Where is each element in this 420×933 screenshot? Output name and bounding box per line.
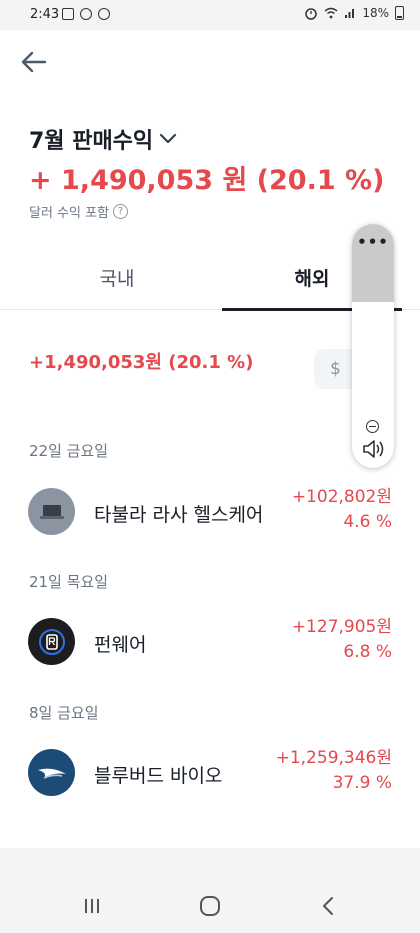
list-item[interactable]: 블루버드 바이오 +1,259,346원 37.9 %	[0, 743, 420, 803]
tab-domestic[interactable]: 국내	[12, 244, 222, 310]
dollar-included-note[interactable]: 달러 수익 포함 ?	[29, 202, 129, 221]
total-profit: + 1,490,053 원 (20.1 %)	[29, 165, 385, 196]
image-notification-icon	[62, 8, 74, 20]
wifi-icon	[324, 7, 338, 19]
page-title: 7월 판매수익	[29, 129, 154, 154]
chevron-down-icon	[160, 133, 177, 144]
minus-notification-icon	[98, 8, 110, 20]
date-header: 22일 금요일	[29, 442, 109, 460]
back-button[interactable]	[18, 46, 50, 78]
battery-icon	[395, 6, 404, 20]
overseas-total: +1,490,053원 (20.1 %)	[29, 352, 254, 373]
bird-logo-icon	[37, 768, 66, 779]
home-button[interactable]	[190, 892, 230, 920]
minus-circle-icon[interactable]	[366, 420, 379, 433]
speaker-icon[interactable]	[361, 438, 385, 460]
system-back-button[interactable]	[308, 892, 348, 920]
stock-profit-percent: 6.8 %	[343, 642, 392, 662]
chevron-left-icon	[323, 897, 333, 915]
stock-profit-percent: 4.6 %	[343, 512, 392, 532]
stock-profit: +1,259,346원	[275, 748, 392, 768]
month-selector[interactable]: 7월 판매수익	[29, 123, 177, 155]
date-header: 8일 금요일	[29, 704, 99, 722]
date-header: 21일 목요일	[29, 573, 109, 591]
system-icons: 18%	[304, 6, 404, 20]
more-dots-icon: •••	[357, 233, 389, 251]
dollar-included-label: 달러 수익 포함	[29, 206, 110, 221]
stock-profit: +102,802원	[291, 487, 392, 507]
system-nav-bar	[0, 878, 420, 933]
list-item[interactable]: 타불라 라사 헬스케어 +102,802원 4.6 %	[0, 482, 420, 542]
recent-apps-button[interactable]	[72, 892, 112, 920]
floating-menu-button[interactable]: •••	[352, 224, 394, 302]
stock-logo-funware	[28, 618, 75, 665]
home-icon	[200, 896, 220, 916]
dollar-icon: $	[330, 359, 341, 379]
status-bar: 2:43 18%	[0, 0, 420, 30]
list-item[interactable]: 펀웨어 +127,905원 6.8 %	[0, 612, 420, 672]
stock-name: 펀웨어	[94, 634, 147, 656]
stock-name: 타불라 라사 헬스케어	[94, 504, 264, 526]
app-notification-icon	[80, 8, 92, 20]
arrow-left-icon	[21, 51, 47, 73]
funware-logo-icon	[38, 628, 65, 655]
recent-apps-icon	[85, 899, 99, 913]
stock-logo-taboola	[28, 488, 75, 535]
laptop-icon	[39, 504, 64, 519]
stock-profit-percent: 37.9 %	[332, 773, 392, 793]
stock-profit: +127,905원	[291, 617, 392, 637]
battery-percent: 18%	[362, 6, 389, 20]
alarm-icon	[305, 8, 318, 20]
notification-icons	[62, 8, 110, 20]
stock-logo-bluebird	[28, 749, 75, 796]
help-icon: ?	[113, 204, 129, 219]
signal-icon	[345, 9, 355, 18]
floating-toolbar[interactable]: •••	[352, 224, 394, 468]
stock-name: 블루버드 바이오	[94, 765, 223, 787]
bottom-spacer	[0, 848, 420, 878]
status-time: 2:43	[30, 7, 60, 22]
